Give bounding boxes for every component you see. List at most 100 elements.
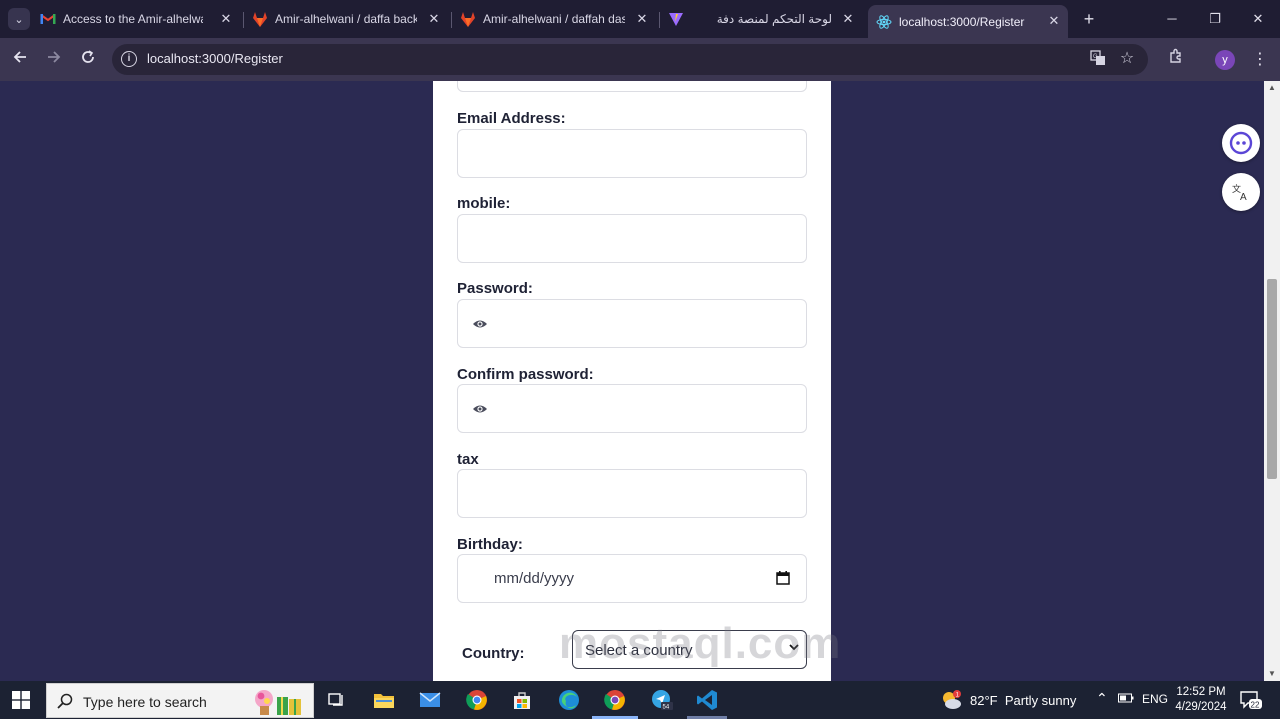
tab-title: Amir-alhelwani / daffah dashboard: [483, 12, 625, 26]
arrow-right-icon: [48, 51, 61, 63]
eye-icon[interactable]: [472, 401, 488, 417]
forward-button[interactable]: [42, 48, 66, 72]
tab-search-button[interactable]: ⌄: [8, 8, 30, 30]
new-tab-button[interactable]: +: [1078, 8, 1100, 30]
tray-chevron-up-icon[interactable]: ⌃: [1096, 690, 1108, 707]
chevron-down-icon: ⌄: [14, 13, 24, 26]
email-label: Email Address:: [457, 110, 566, 127]
assistant-face-icon: [1229, 131, 1253, 155]
vscode-icon[interactable]: [695, 688, 719, 712]
tab-title: لوحة التحكم لمنصة دفة: [716, 12, 832, 26]
close-tab-icon[interactable]: ✕: [426, 11, 442, 27]
translate-icon: 文A: [1232, 183, 1247, 202]
gifts-illustration-icon: [255, 690, 301, 715]
language-indicator[interactable]: ENG: [1142, 692, 1168, 706]
minimize-button[interactable]: ─: [1160, 8, 1184, 30]
chrome-icon[interactable]: [465, 688, 489, 712]
page-scrollbar[interactable]: ▲ ▼: [1264, 81, 1280, 681]
tab-gitlab-backend[interactable]: Amir-alhelwani / daffa backend ✕: [252, 5, 448, 33]
weather-temp: 82°F: [970, 693, 998, 708]
tab-gitlab-dashboard[interactable]: Amir-alhelwani / daffah dashboard ✕: [460, 5, 656, 33]
weather-readout[interactable]: 82°F Partly sunny: [970, 693, 1076, 708]
arrow-left-icon: [13, 51, 26, 63]
back-button[interactable]: [8, 48, 32, 72]
terminal-badge: 54: [663, 705, 670, 711]
password-input[interactable]: [457, 299, 807, 348]
partly-sunny-icon[interactable]: 1: [940, 689, 962, 711]
reload-icon: [82, 50, 94, 63]
bookmark-star-icon[interactable]: ☆: [1117, 49, 1137, 69]
chrome-active-icon[interactable]: [603, 688, 627, 712]
birthday-date-input[interactable]: mm/dd/yyyy: [457, 554, 807, 603]
close-tab-icon[interactable]: ✕: [1046, 13, 1062, 29]
url-text: localhost:3000/Register: [147, 51, 283, 66]
gitlab-icon: [460, 11, 476, 27]
taskbar-clock[interactable]: 12:52 PM 4/29/2024: [1175, 685, 1227, 715]
previous-input-field[interactable]: [457, 81, 807, 92]
eye-icon[interactable]: [472, 316, 488, 332]
assistant-extension-button[interactable]: [1222, 124, 1260, 162]
tab-title: Access to the Amir-alhelwani: [63, 12, 203, 26]
reload-button[interactable]: [76, 48, 100, 72]
mail-icon[interactable]: [418, 688, 442, 712]
email-input[interactable]: [457, 129, 807, 178]
gmail-icon: [40, 11, 56, 27]
translate-icon[interactable]: G: [1088, 50, 1108, 70]
tab-title: Amir-alhelwani / daffa backend: [275, 12, 417, 26]
notification-count: 22: [1251, 700, 1260, 709]
close-tab-icon[interactable]: ✕: [840, 11, 856, 27]
taskbar-search-box[interactable]: Type here to search: [46, 683, 314, 718]
mobile-input[interactable]: [457, 214, 807, 263]
tax-label: tax: [457, 451, 479, 468]
file-explorer-icon[interactable]: [372, 688, 396, 712]
notification-center-icon[interactable]: 22: [1240, 690, 1262, 710]
react-icon: [876, 14, 892, 30]
password-label: Password:: [457, 280, 533, 297]
confirm-password-input[interactable]: [457, 384, 807, 433]
tab-vite[interactable]: [668, 5, 698, 33]
extensions-icon[interactable]: [1164, 48, 1188, 72]
tab-register[interactable]: localhost:3000/Register ✕: [868, 5, 1068, 38]
confirm-password-label: Confirm password:: [457, 366, 594, 383]
tab-daffa-dashboard[interactable]: لوحة التحكم لمنصة دفة ✕: [706, 5, 862, 33]
register-form-card: Email Address: mobile: Password: Confirm…: [433, 81, 840, 681]
clock-date: 4/29/2024: [1175, 701, 1227, 713]
birthday-label: Birthday:: [457, 536, 523, 553]
vite-icon: [668, 11, 684, 27]
scroll-down-arrow-icon[interactable]: ▼: [1268, 670, 1276, 678]
microsoft-store-icon[interactable]: [510, 688, 534, 712]
gitlab-icon: [252, 11, 268, 27]
browser-toolbar: i localhost:3000/Register G ☆ y ⋮: [0, 38, 1280, 81]
tab-gmail[interactable]: Access to the Amir-alhelwani ✕: [40, 5, 240, 33]
site-info-icon[interactable]: i: [121, 51, 137, 67]
scrollbar-thumb[interactable]: [1267, 279, 1277, 479]
tab-strip: ⌄ Access to the Amir-alhelwani ✕ Amir-al…: [0, 0, 1280, 38]
taskbar-search-placeholder: Type here to search: [83, 694, 207, 710]
windows-start-icon[interactable]: [12, 691, 30, 709]
svg-text:G: G: [1093, 54, 1098, 60]
svg-text:A: A: [1240, 192, 1247, 202]
task-view-icon[interactable]: [325, 688, 349, 712]
address-bar[interactable]: i localhost:3000/Register G ☆: [112, 44, 1148, 75]
close-tab-icon[interactable]: ✕: [218, 11, 234, 27]
battery-icon[interactable]: [1118, 692, 1134, 706]
edge-icon[interactable]: [557, 688, 581, 712]
close-tab-icon[interactable]: ✕: [634, 11, 650, 27]
browser-menu-icon[interactable]: ⋮: [1250, 48, 1270, 72]
mobile-label: mobile:: [457, 195, 511, 212]
tab-title: localhost:3000/Register: [899, 14, 1025, 29]
terminal-icon[interactable]: 54: [650, 688, 674, 712]
tax-input[interactable]: [457, 469, 807, 518]
page-viewport: Email Address: mobile: Password: Confirm…: [0, 81, 1264, 681]
country-label: Country:: [462, 645, 525, 662]
windows-taskbar: Type here to search 54 1 82°F Partly sun…: [0, 681, 1280, 719]
scroll-up-arrow-icon[interactable]: ▲: [1268, 84, 1276, 92]
tab-separator: [451, 12, 452, 28]
close-window-button[interactable]: ✕: [1246, 8, 1270, 30]
profile-avatar[interactable]: y: [1215, 50, 1235, 70]
translate-extension-button[interactable]: 文A: [1222, 173, 1260, 211]
calendar-icon[interactable]: [776, 571, 790, 585]
clock-time: 12:52 PM: [1176, 686, 1226, 698]
search-icon: [57, 693, 73, 709]
restore-button[interactable]: ❐: [1203, 8, 1227, 30]
